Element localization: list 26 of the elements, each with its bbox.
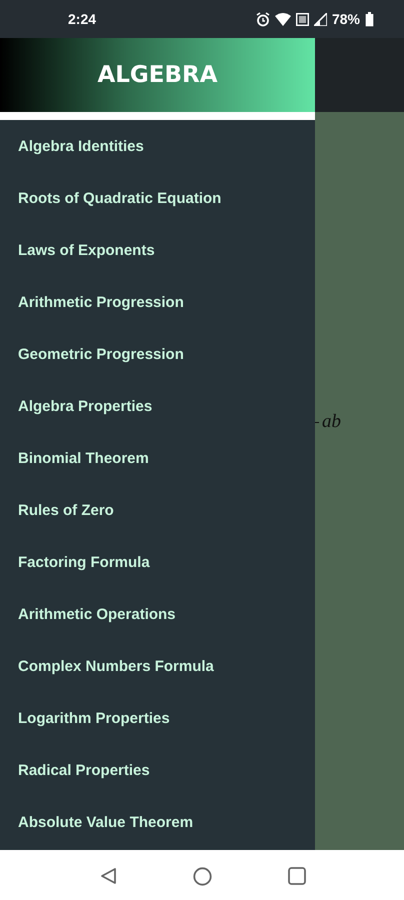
menu-item[interactable]: Laws of Exponents	[0, 224, 315, 276]
menu-item[interactable]: Logarithm Properties	[0, 692, 315, 744]
recents-icon[interactable]	[288, 867, 306, 885]
home-icon[interactable]	[192, 866, 212, 886]
menu-item[interactable]: Factoring Formula	[0, 536, 315, 588]
battery-percent: 78%	[332, 11, 360, 27]
wifi-icon	[274, 12, 291, 26]
menu-item[interactable]: Rules of Zero	[0, 484, 315, 536]
menu-item[interactable]: Absolute Value Theorem	[0, 796, 315, 848]
clock-time: 2:24	[68, 11, 98, 27]
menu-item[interactable]: Algebra Identities	[0, 120, 315, 172]
drawer-title: ALGEBRA	[97, 62, 218, 88]
battery-icon	[365, 12, 374, 26]
alarm-icon	[256, 12, 270, 26]
menu-item[interactable]: Complex Numbers Formula	[0, 640, 315, 692]
back-icon[interactable]	[98, 867, 116, 885]
formula-fragment: ab	[322, 411, 341, 433]
menu-item[interactable]: Radical Properties	[0, 744, 315, 796]
signal-icon	[314, 12, 327, 26]
menu-item[interactable]: Algebra Properties	[0, 380, 315, 432]
menu-item[interactable]: Binomial Theorem	[0, 432, 315, 484]
sim-card-icon	[296, 12, 309, 26]
menu-item[interactable]: Roots of Quadratic Equation	[0, 172, 315, 224]
menu-item[interactable]: Geometric Progression	[0, 328, 315, 380]
menu-item[interactable]: Arithmetic Operations	[0, 588, 315, 640]
menu-item[interactable]: Arithmetic Progression	[0, 276, 315, 328]
